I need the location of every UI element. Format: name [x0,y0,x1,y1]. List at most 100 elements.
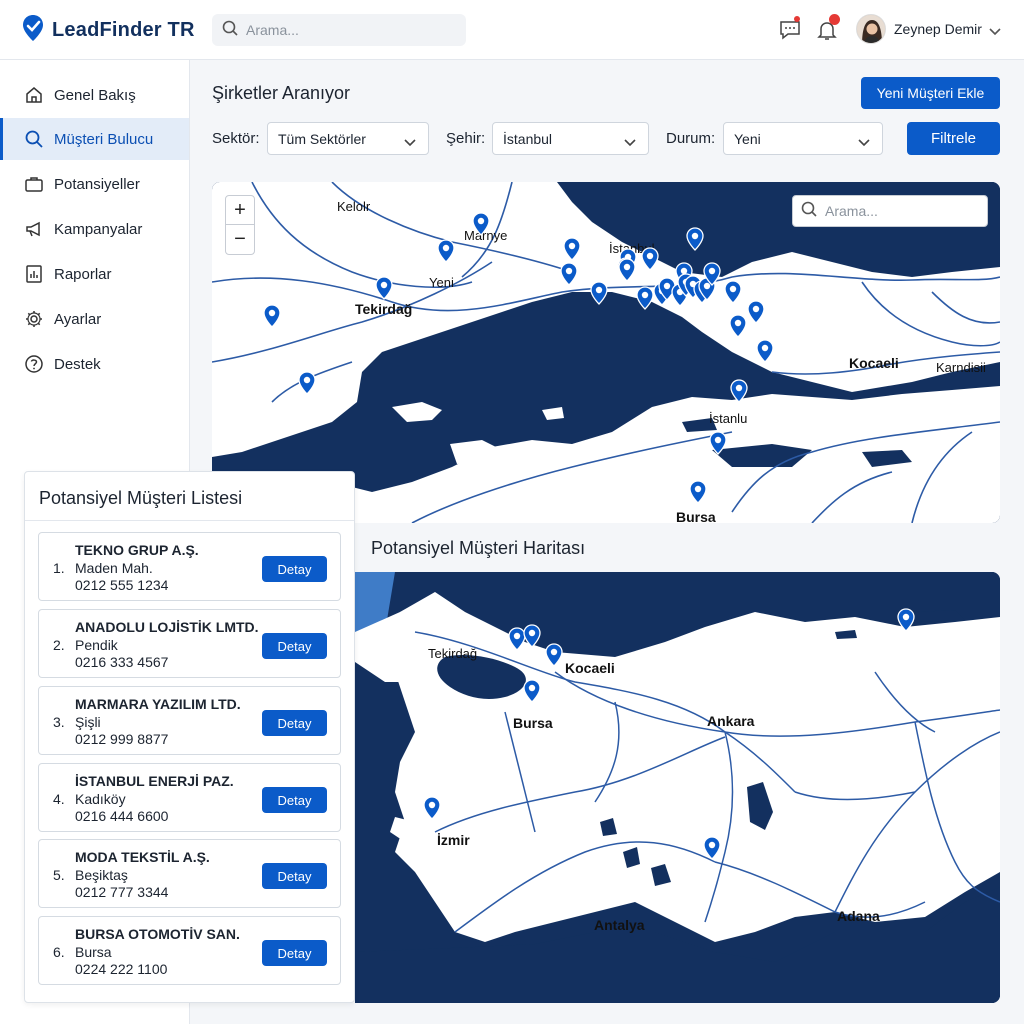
list-item[interactable]: 4. İSTANBUL ENERJİ PAZ. Kadıköy 0216 444… [38,763,341,832]
search-icon [801,201,817,222]
sidebar-item-support[interactable]: Destek [0,343,189,385]
sidebar-item-settings[interactable]: Ayarlar [0,298,189,340]
map-marker-icon[interactable] [560,262,578,286]
city-value: İstanbul [503,130,553,147]
search-icon [24,129,44,149]
map-label: Karndisii [936,360,986,375]
company-address: Bursa [75,944,112,960]
country-map[interactable]: Tekirdağ Kocaeli Bursa Ankara İzmir Anta… [355,572,1000,1003]
map-search-input[interactable] [825,203,975,219]
list-item[interactable]: 3. MARMARA YAZILIM LTD. Şişli 0212 999 8… [38,686,341,755]
map-marker-icon[interactable] [590,281,608,305]
map-marker-icon[interactable] [703,262,721,286]
map-label: Yeni [429,275,454,290]
list-item[interactable]: 6. BURSA OTOMOTİV SAN. Bursa 0224 222 11… [38,916,341,985]
company-address: Şişli [75,714,101,730]
map-marker-icon[interactable] [263,304,281,328]
map-marker-icon[interactable] [375,276,393,300]
chat-icon[interactable] [778,16,802,42]
map-marker-icon[interactable] [724,280,742,304]
avatar[interactable] [856,14,886,44]
item-number: 6. [53,944,65,960]
company-name: ANADOLU LOJİSTİK LMTD. [75,619,259,635]
map-label: Tekirdağ [355,301,413,317]
map-marker-icon[interactable] [523,624,541,648]
list-item[interactable]: 1. TEKNO GRUP A.Ş. Maden Mah. 0212 555 1… [38,532,341,601]
map-marker-icon[interactable] [641,247,659,271]
sidebar-item-label: Destek [54,355,101,373]
sidebar-item-leads[interactable]: Potansiyeller [0,163,189,205]
map-marker-icon[interactable] [703,836,721,860]
map-marker-icon[interactable] [618,258,636,282]
status-select[interactable]: Yeni [723,122,883,155]
notification-badge [829,14,840,25]
map-search[interactable] [792,195,988,227]
bell-icon[interactable] [815,14,840,42]
map-marker-icon[interactable] [689,480,707,504]
sidebar-item-label: Raporlar [54,265,112,283]
briefcase-icon [24,174,44,194]
lead-map-title: Potansiyel Müşteri Haritası [371,538,586,558]
map-marker-icon[interactable] [298,371,316,395]
sidebar-item-label: Ayarlar [54,310,102,328]
map-label: Adana [837,908,880,924]
map-marker-icon[interactable] [729,314,747,338]
sidebar-item-overview[interactable]: Genel Bakış [0,74,189,116]
add-customer-button[interactable]: Yeni Müşteri Ekle [861,77,1000,109]
chevron-down-icon[interactable] [989,23,1001,41]
map-marker-icon[interactable] [756,339,774,363]
company-address: Maden Mah. [75,560,153,576]
map-marker-icon[interactable] [686,227,704,251]
sector-select[interactable]: Tüm Sektörler [267,122,429,155]
map-label: Antalya [594,917,645,933]
sidebar-item-reports[interactable]: Raporlar [0,253,189,295]
app-name: LeadFinder TR [52,19,195,41]
app-logo[interactable]: LeadFinder TR [22,14,195,47]
map-marker-icon[interactable] [747,300,765,324]
map-marker-icon[interactable] [636,286,654,310]
map-marker-icon[interactable] [472,212,490,236]
map-label: Kelolr [337,199,371,214]
chevron-down-icon [858,134,870,150]
map-marker-icon[interactable] [423,796,441,820]
map-marker-icon[interactable] [563,237,581,261]
company-name: İSTANBUL ENERJİ PAZ. [75,773,234,789]
sidebar-item-lead-finder[interactable]: Müşteri Bulucu [0,118,189,160]
sidebar-item-label: Müşteri Bulucu [54,130,154,148]
company-phone: 0212 555 1234 [75,577,169,593]
zoom-out-button[interactable]: − [226,225,254,254]
header-search[interactable] [212,14,466,46]
list-item[interactable]: 5. MODA TEKSTİL A.Ş. Beşiktaş 0212 777 3… [38,839,341,908]
sidebar-item-campaigns[interactable]: Kampanyalar [0,208,189,250]
map-marker-icon[interactable] [897,608,915,632]
divider [25,520,354,521]
status-label: Durum: [666,130,716,147]
detail-button[interactable]: Detay [262,633,327,659]
item-number: 5. [53,867,65,883]
user-name[interactable]: Zeynep Demir [894,21,982,37]
megaphone-icon [24,219,44,239]
map-label: Bursa [676,509,716,523]
country-map-canvas [355,572,1000,1003]
map-marker-icon[interactable] [523,679,541,703]
company-phone: 0212 999 8877 [75,731,169,747]
map-marker-icon[interactable] [709,431,727,455]
help-icon [24,354,44,374]
zoom-in-button[interactable]: + [226,196,254,225]
map-marker-icon[interactable] [730,379,748,403]
lead-list-title: Potansiyel Müşteri Listesi [39,488,243,508]
map-label: Bursa [513,715,553,731]
list-item[interactable]: 2. ANADOLU LOJİSTİK LMTD. Pendik 0216 33… [38,609,341,678]
map-marker-icon[interactable] [437,239,455,263]
header-search-input[interactable] [246,22,446,38]
city-select[interactable]: İstanbul [492,122,649,155]
detail-button[interactable]: Detay [262,940,327,966]
detail-button[interactable]: Detay [262,556,327,582]
map-marker-icon[interactable] [545,643,563,667]
company-address: Beşiktaş [75,867,128,883]
filter-button[interactable]: Filtrele [907,122,1000,155]
detail-button[interactable]: Detay [262,787,327,813]
detail-button[interactable]: Detay [262,863,327,889]
detail-button[interactable]: Detay [262,710,327,736]
lead-list-panel: Potansiyel Müşteri Listesi 1. TEKNO GRUP… [24,471,355,1003]
